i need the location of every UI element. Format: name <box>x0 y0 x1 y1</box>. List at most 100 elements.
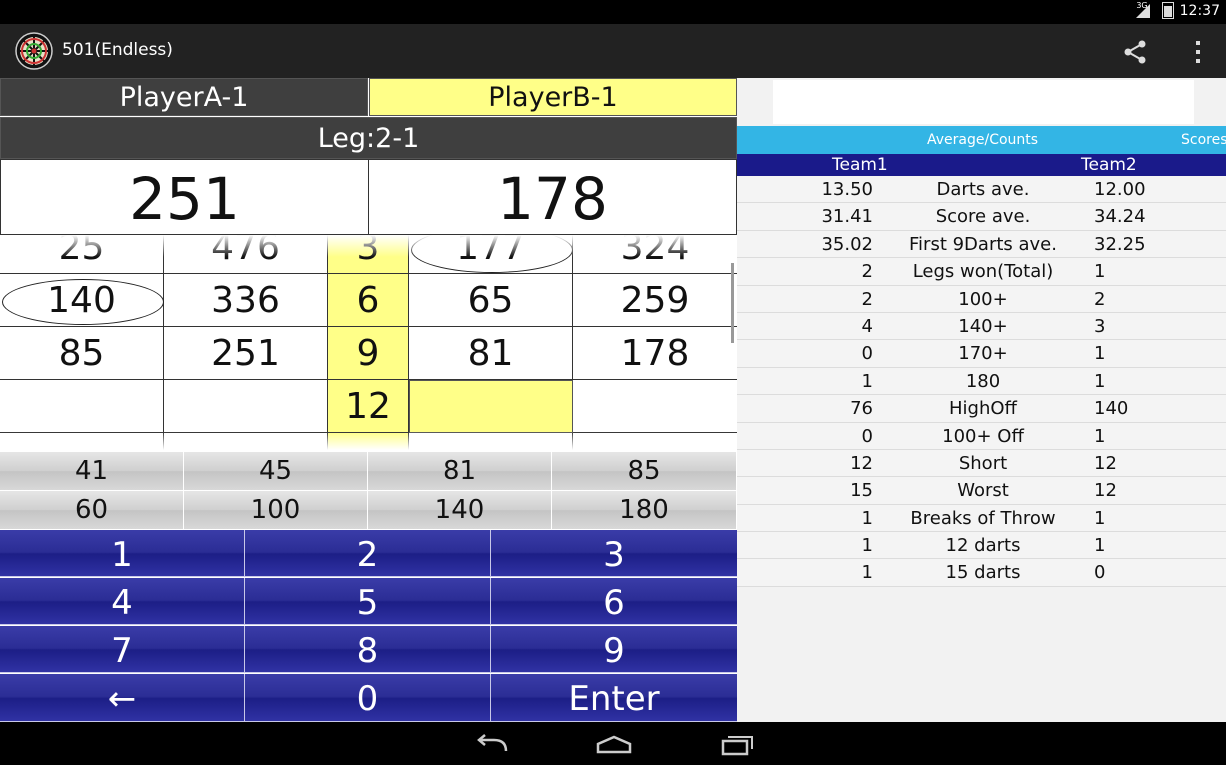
stat-label: First 9Darts ave. <box>909 233 1057 255</box>
backspace-key[interactable]: ← <box>0 674 245 722</box>
key-7[interactable]: 7 <box>0 626 245 673</box>
quick-score-button[interactable]: 45 <box>184 452 368 490</box>
player-b-scored <box>409 433 573 450</box>
team2-value: 32.25 <box>1094 233 1146 255</box>
player-a-left <box>164 380 328 433</box>
team2-label: Team2 <box>1081 155 1137 175</box>
team1-value: 13.50 <box>821 179 873 200</box>
home-icon[interactable] <box>596 734 632 756</box>
network-type: 3G <box>1136 1 1148 10</box>
quick-score-button[interactable]: 60 <box>0 491 184 529</box>
dartboard-icon <box>15 32 53 70</box>
banner-area <box>773 80 1194 124</box>
player-b-left: 324 <box>573 235 737 274</box>
team2-value: 12 <box>1094 480 1117 502</box>
team2-value: 1 <box>1094 535 1106 557</box>
current-input-cell[interactable] <box>409 380 573 433</box>
key-8[interactable]: 8 <box>245 626 491 673</box>
team2-value: 1 <box>1094 370 1106 392</box>
stat-label: 140+ <box>958 315 1008 337</box>
dart-count: 3 <box>328 235 409 274</box>
quick-score-button[interactable]: 81 <box>368 452 552 490</box>
stat-row: 15 Worst 12 <box>737 477 1226 505</box>
app-title: 501(Endless) <box>62 40 173 60</box>
quick-score-button[interactable]: 140 <box>368 491 552 529</box>
stat-row: 13.50 Darts ave. 12.00 <box>737 176 1226 204</box>
team2-value: 140 <box>1094 398 1129 420</box>
stat-label: 100+ Off <box>942 425 1024 447</box>
player-b-scored: 81 <box>409 327 573 380</box>
key-9[interactable]: 9 <box>491 626 737 673</box>
share-icon[interactable] <box>1122 39 1148 65</box>
player-b-left: 259 <box>573 274 737 327</box>
player-a-left: 251 <box>164 327 328 380</box>
player-b-remaining: 178 <box>368 159 737 235</box>
team2-value: 1 <box>1094 507 1106 529</box>
team2-value: 12 <box>1094 452 1117 474</box>
team2-value: 0 <box>1094 562 1106 584</box>
back-icon[interactable] <box>474 734 510 756</box>
quick-score-button[interactable]: 180 <box>552 491 737 529</box>
player-a-tab[interactable]: PlayerA-1 <box>0 78 368 116</box>
key-2[interactable]: 2 <box>245 530 491 577</box>
recent-apps-icon[interactable] <box>720 734 756 756</box>
battery-icon <box>1161 2 1174 19</box>
key-6[interactable]: 6 <box>491 578 737 625</box>
key-0[interactable]: 0 <box>245 674 491 722</box>
stat-label: Short <box>958 452 1008 474</box>
action-bar: 501(Endless) <box>0 24 1226 78</box>
stat-row: 1 180 1 <box>737 367 1226 396</box>
team2-value: 1 <box>1094 425 1106 447</box>
stats-panel: Average/Counts Scores Team1 Team2 13.50 D… <box>737 78 1226 722</box>
dart-count: 9 <box>328 327 409 380</box>
grid-scrollbar[interactable] <box>731 263 734 343</box>
stat-label: 15 darts <box>945 562 1021 584</box>
stat-row: 2 Legs won(Total) 1 <box>737 258 1226 286</box>
leg-indicator: Leg:2-1 <box>0 117 737 159</box>
key-1[interactable]: 1 <box>0 530 245 577</box>
stat-label: 180 <box>965 370 1001 392</box>
stat-row: 0 100+ Off 1 <box>737 422 1226 450</box>
team2-value: 12.00 <box>1094 179 1146 200</box>
team1-value: 4 <box>861 315 873 337</box>
stat-row: 35.02 First 9Darts ave. 32.25 <box>737 230 1226 259</box>
status-icons: 3G 12:37 <box>1136 1 1220 19</box>
key-5[interactable]: 5 <box>245 578 491 625</box>
player-a-remaining: 251 <box>0 159 369 235</box>
key-4[interactable]: 4 <box>0 578 245 625</box>
quick-score-button[interactable]: 41 <box>0 452 184 490</box>
dart-count: 6 <box>328 274 409 327</box>
team1-value: 2 <box>861 288 873 310</box>
team1-value: 0 <box>861 425 873 447</box>
team2-value: 34.24 <box>1094 206 1146 228</box>
overflow-menu-icon[interactable] <box>1188 38 1208 66</box>
enter-key[interactable]: Enter <box>491 674 737 722</box>
quick-score-button[interactable]: 85 <box>552 452 737 490</box>
tab-average-counts[interactable]: Average/Counts <box>927 132 1038 148</box>
stat-row: 1 Breaks of Throw 1 <box>737 504 1226 533</box>
stat-label: Score ave. <box>935 206 1031 228</box>
stats-table: 13.50 Darts ave. 12.00 31.41 Score ave. 34.2… <box>737 176 1226 587</box>
ton-forty-oval-marker <box>2 279 164 325</box>
scoreboard-panel: PlayerA-1 PlayerB-1 Leg:2-1 251 178 25 4… <box>0 78 737 722</box>
player-b-left <box>573 380 737 433</box>
quick-score-button[interactable]: 100 <box>184 491 368 529</box>
player-b-left <box>573 433 737 450</box>
stat-label: Legs won(Total) <box>912 261 1054 283</box>
tab-scores[interactable]: Scores <box>1181 132 1226 148</box>
clock: 12:37 <box>1179 2 1220 19</box>
team2-value: 1 <box>1094 343 1106 365</box>
key-3[interactable]: 3 <box>491 530 737 577</box>
dart-count: 12 <box>328 380 409 433</box>
team2-value: 3 <box>1094 315 1106 337</box>
score-history-grid[interactable]: 25 476 3 177 324 140 336 6 65 259 85 251… <box>0 235 737 450</box>
stat-row: 0 170+ 1 <box>737 340 1226 368</box>
stat-row: 31.41 Score ave. 34.24 <box>737 203 1226 231</box>
team2-value: 2 <box>1094 288 1106 310</box>
stat-row: 4 140+ 3 <box>737 312 1226 341</box>
team1-value: 12 <box>850 452 873 474</box>
player-b-tab[interactable]: PlayerB-1 <box>369 78 737 116</box>
stat-row: 1 15 darts 0 <box>737 559 1226 587</box>
team1-value: 15 <box>850 480 873 502</box>
stat-label: 12 darts <box>945 535 1021 557</box>
